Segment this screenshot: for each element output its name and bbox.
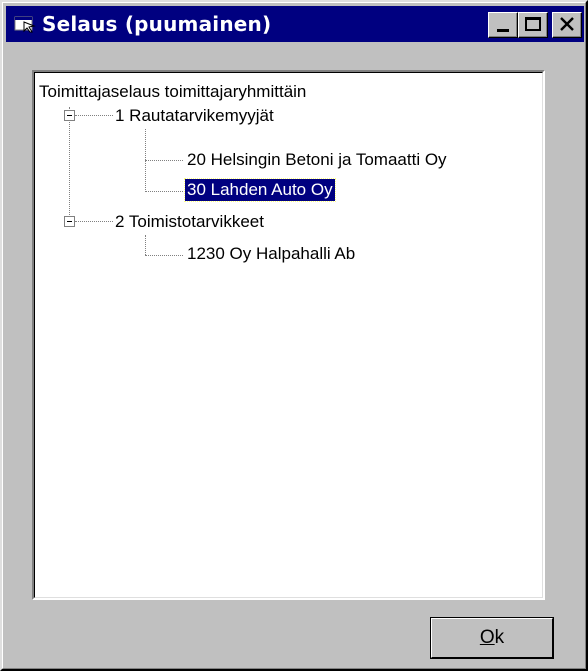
collapse-toggle-group-1[interactable] — [64, 110, 75, 121]
tree-connector-line — [75, 221, 113, 222]
close-button[interactable] — [552, 12, 582, 38]
dialog-window: Selaus (puumainen) Toimittajaselaus toim… — [0, 0, 588, 671]
tree-connector-line — [145, 235, 146, 255]
tree-group-node-1[interactable]: 1 Rautatarvikemyyjät — [115, 105, 274, 127]
collapse-toggle-group-2[interactable] — [64, 216, 75, 227]
tree-connector-line — [145, 255, 183, 256]
tree-root-node[interactable]: Toimittajaselaus toimittajaryhmittäin — [39, 81, 306, 103]
tree-leaf-node-selected[interactable]: 30 Lahden Auto Oy — [184, 178, 336, 202]
close-icon — [560, 17, 574, 31]
title-bar[interactable]: Selaus (puumainen) — [6, 6, 584, 42]
minimize-icon — [497, 29, 509, 32]
tree-connector-line — [75, 115, 113, 116]
tree-connector-line — [145, 160, 183, 161]
ok-button-mnemonic: O — [479, 627, 495, 648]
tree-leaf-node[interactable]: 20 Helsingin Betoni ja Tomaatti Oy — [187, 149, 447, 171]
supplier-tree-view[interactable]: Toimittajaselaus toimittajaryhmittäin 1 … — [32, 70, 545, 600]
maximize-button[interactable] — [518, 12, 548, 38]
maximize-icon — [525, 17, 541, 31]
tree-leaf-node[interactable]: 1230 Oy Halpahalli Ab — [187, 243, 355, 265]
app-window-icon — [14, 16, 36, 33]
tree-connector-line — [145, 191, 183, 192]
tree-connector-line — [69, 107, 70, 221]
window-title: Selaus (puumainen) — [42, 12, 272, 36]
minimize-button[interactable] — [488, 12, 518, 38]
ok-button[interactable]: Ok — [430, 617, 554, 659]
tree-group-node-2[interactable]: 2 Toimistotarvikkeet — [115, 211, 264, 233]
ok-button-label: k — [494, 627, 505, 648]
